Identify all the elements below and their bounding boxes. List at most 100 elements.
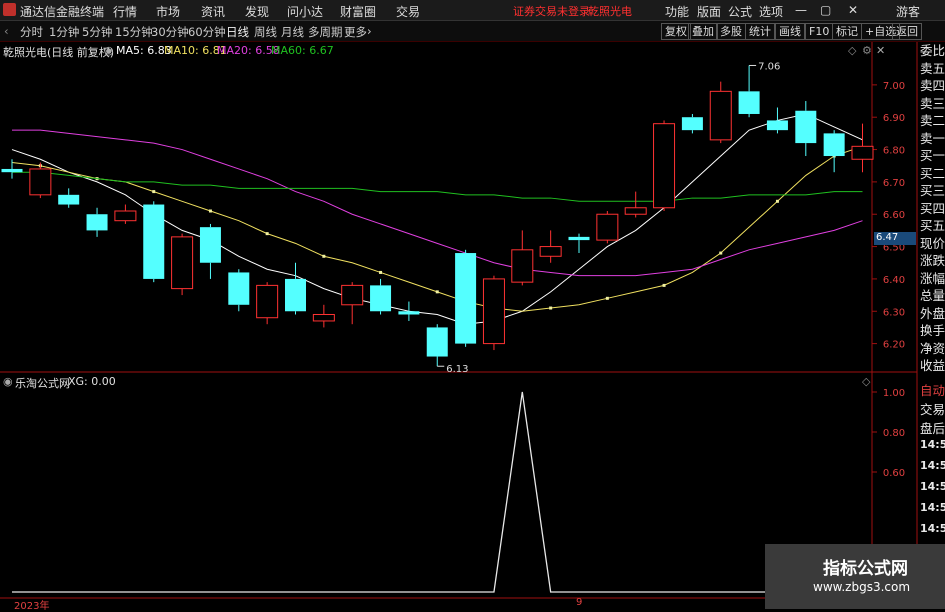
- quote-row: 收益: [920, 358, 945, 373]
- price-axis: 6.206.306.406.506.606.706.806.907.00: [872, 81, 905, 351]
- candle[interactable]: [455, 249, 477, 347]
- indicator-line: [12, 391, 863, 593]
- candle[interactable]: [86, 207, 108, 237]
- trade-tab[interactable]: 盘后: [920, 420, 945, 438]
- candle-body: [795, 110, 817, 144]
- quote-row: 买三: [920, 183, 945, 198]
- tick-time: 14:56: [920, 501, 945, 514]
- price-tick-label: 6.70: [883, 178, 905, 189]
- candle-body: [568, 236, 590, 241]
- candle-body: [370, 285, 392, 312]
- quote-row: 换手: [920, 323, 945, 338]
- candle[interactable]: [709, 81, 732, 144]
- candle[interactable]: [199, 223, 221, 279]
- quote-row: 买五: [920, 218, 945, 233]
- candle[interactable]: [851, 123, 874, 173]
- candle[interactable]: [341, 282, 364, 325]
- candle[interactable]: [370, 278, 392, 315]
- quote-row: 现价: [920, 235, 945, 251]
- ma-lines: [11, 113, 863, 325]
- quote-row: 买四: [920, 200, 945, 216]
- candle-body: [86, 214, 108, 231]
- candle[interactable]: [1, 159, 23, 179]
- ma10-marker: [719, 251, 723, 255]
- ma-line-ma20: [12, 129, 863, 277]
- indicator-tick-label: 0.60: [883, 468, 905, 479]
- trade-tab[interactable]: 交易: [920, 401, 945, 419]
- ma10-marker: [379, 270, 383, 274]
- candle[interactable]: [653, 120, 676, 211]
- quote-row: 卖五: [920, 60, 945, 76]
- trade-tab[interactable]: 自动: [920, 382, 945, 400]
- candle[interactable]: [285, 262, 306, 315]
- price-tick-label: 6.20: [883, 340, 905, 351]
- quote-row: 总量: [920, 288, 945, 303]
- candle[interactable]: [624, 191, 647, 218]
- candle-body: [341, 284, 364, 306]
- quote-row: 卖二: [920, 113, 945, 128]
- ma10-marker: [208, 209, 212, 213]
- ma-line-ma10: [11, 145, 863, 312]
- candle-body: [285, 278, 306, 312]
- year-label: 2023年: [14, 601, 50, 612]
- candle[interactable]: [539, 230, 562, 263]
- watermark: 指标公式网 www.zbgs3.com: [765, 544, 945, 609]
- current-price-tag: 6.47: [874, 232, 916, 245]
- ma10-marker: [549, 306, 553, 310]
- candle[interactable]: [766, 107, 788, 134]
- tick-time: 14:56: [920, 438, 945, 451]
- candle[interactable]: [398, 301, 420, 321]
- candle[interactable]: [511, 230, 534, 286]
- price-tick-label: 6.80: [883, 146, 905, 157]
- candle[interactable]: [795, 101, 817, 157]
- candle[interactable]: [738, 65, 760, 118]
- candle[interactable]: [58, 188, 80, 208]
- candle-body: [482, 278, 505, 345]
- candle-body: [823, 133, 845, 157]
- candle[interactable]: [681, 113, 703, 134]
- ma10-marker: [605, 296, 609, 300]
- candle[interactable]: [482, 275, 505, 351]
- low-annotation: 6.13: [446, 364, 468, 375]
- candle-body: [228, 272, 250, 305]
- candle-body: [114, 210, 137, 222]
- indicator-tick-label: 0.80: [883, 428, 905, 439]
- candle[interactable]: [114, 204, 137, 224]
- tick-time: 14:56: [920, 459, 945, 472]
- candle[interactable]: [568, 233, 590, 254]
- kline-chart[interactable]: 6.206.306.406.506.606.706.806.907.00 0.6…: [0, 0, 945, 609]
- price-tick-label: 7.00: [883, 81, 905, 92]
- candle-body: [171, 236, 194, 290]
- candle-body: [653, 123, 676, 209]
- price-tick-label: 6.30: [883, 307, 905, 318]
- indicator-tick-label: 1.00: [883, 388, 905, 399]
- month-label: 9: [576, 597, 583, 608]
- candle[interactable]: [823, 130, 845, 173]
- watermark-url: www.zbgs3.com: [813, 580, 911, 594]
- candle[interactable]: [596, 211, 619, 244]
- candle-body: [398, 311, 420, 315]
- candle-body: [624, 207, 647, 215]
- candle-body: [29, 168, 52, 196]
- candles: [1, 65, 874, 367]
- candle[interactable]: [228, 269, 250, 312]
- watermark-text: 指标公式网: [823, 559, 908, 579]
- candle-body: [312, 313, 335, 322]
- candle[interactable]: [426, 324, 448, 367]
- tick-time: 14:56: [920, 480, 945, 493]
- candle[interactable]: [256, 282, 279, 325]
- tick-time: 14:56: [920, 522, 945, 535]
- candle-body: [455, 253, 477, 344]
- candle-body: [539, 246, 562, 257]
- candle[interactable]: [312, 304, 335, 328]
- quote-row: 涨幅: [920, 270, 945, 286]
- quote-row: 涨跌: [920, 253, 945, 268]
- quote-row: 净资: [920, 340, 945, 356]
- candle-body: [143, 204, 165, 279]
- candle[interactable]: [143, 201, 165, 283]
- xg-line: [12, 391, 863, 593]
- quote-row: 外盘: [920, 305, 945, 321]
- quote-row: 卖一: [920, 130, 945, 146]
- indicator-axis: 0.60 0.80 1.00: [872, 388, 905, 479]
- candle[interactable]: [171, 233, 194, 296]
